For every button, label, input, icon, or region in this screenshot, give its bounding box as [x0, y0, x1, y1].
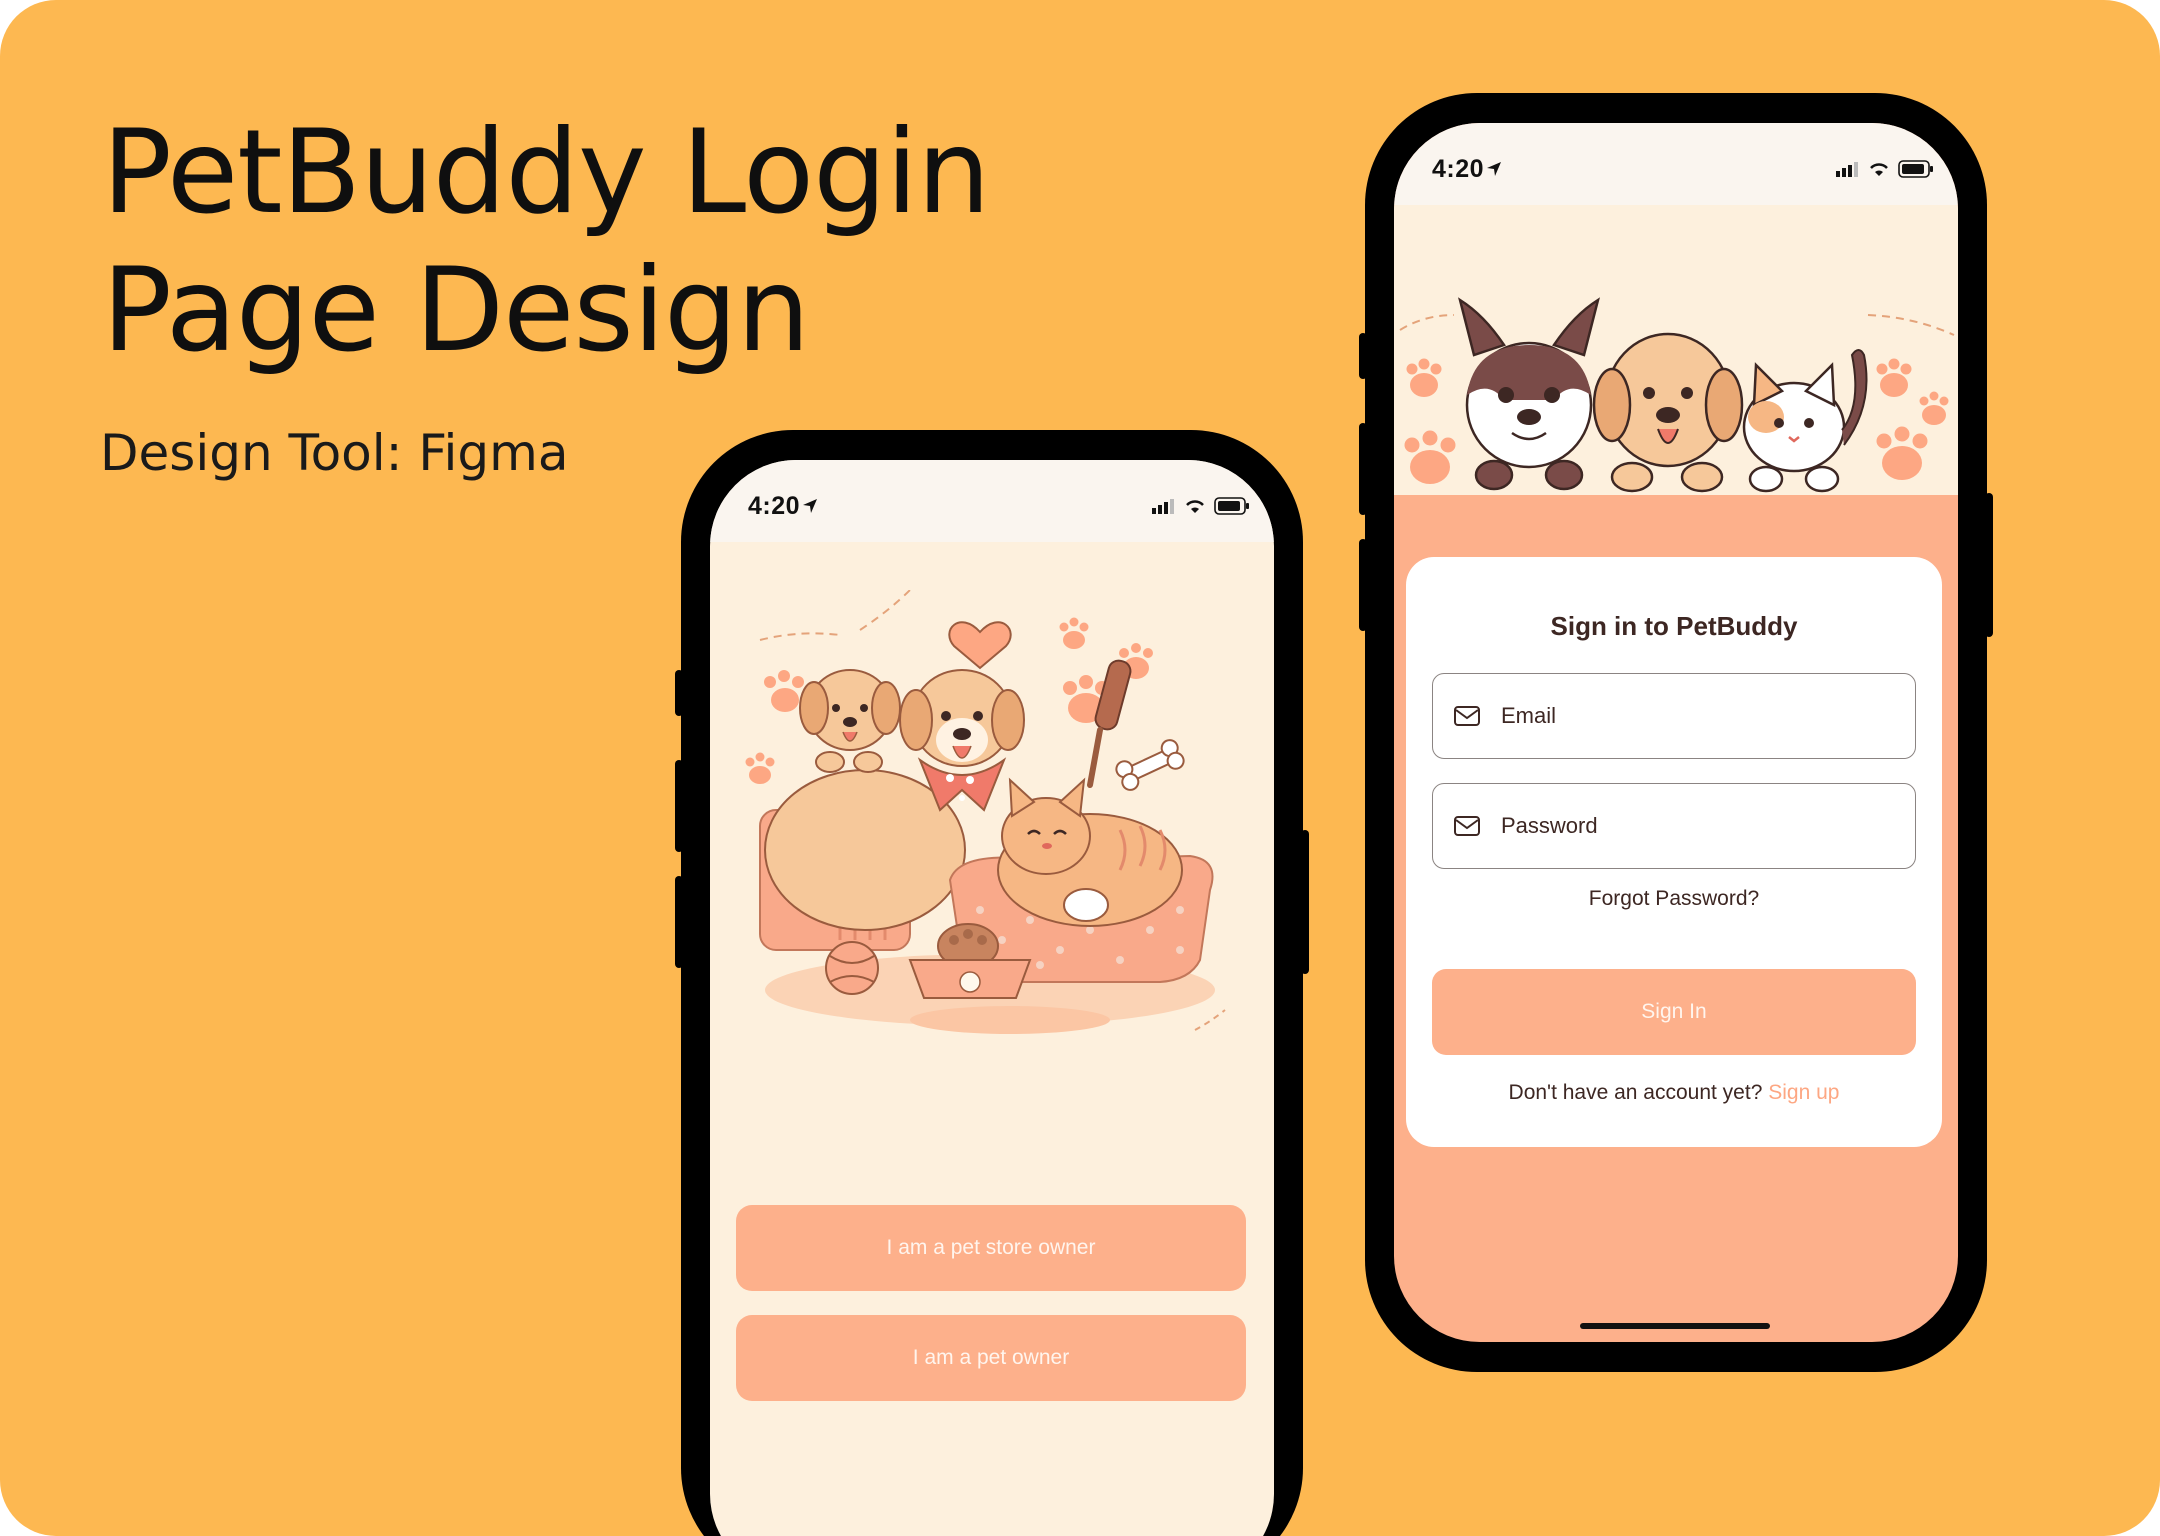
no-account-text: Don't have an account yet? — [1508, 1081, 1763, 1104]
home-indicator[interactable] — [1580, 1323, 1770, 1329]
phone-volume-up-button — [1359, 423, 1367, 515]
phone-volume-down-button — [675, 876, 683, 968]
phone-mute-button — [1359, 333, 1367, 379]
mail-icon — [1454, 816, 1480, 836]
hero-title-line-1: PetBuddy Login — [102, 105, 990, 240]
location-arrow-icon — [1487, 161, 1502, 176]
sign-in-title: Sign in to PetBuddy — [1550, 611, 1798, 641]
location-arrow-icon — [803, 498, 818, 513]
password-placeholder: Password — [1501, 813, 1598, 838]
status-time: 4:20 — [748, 492, 818, 521]
pet-owner-button[interactable]: I am a pet owner — [736, 1315, 1246, 1401]
password-field[interactable]: Password — [1432, 783, 1916, 869]
status-time-text: 4:20 — [1432, 154, 1485, 183]
email-placeholder: Email — [1501, 703, 1557, 728]
phone-power-button — [1301, 830, 1309, 974]
status-icons — [1152, 497, 1250, 515]
phone-power-button — [1985, 493, 1993, 637]
forgot-password-link[interactable]: Forgot Password? — [1406, 887, 1942, 911]
sign-in-screen: 4:20 Sign in to PetBuddy Email Password … — [1394, 123, 1958, 1342]
presentation-canvas: PetBuddy Login Page Design Design Tool: … — [0, 0, 2160, 1536]
role-select-screen: 4:20 I am a pet store owner I am a pet o… — [710, 460, 1274, 1536]
pets-illustration — [745, 590, 1226, 1034]
phone-sign-in: 4:20 Sign in to PetBuddy Email Password … — [1359, 93, 1993, 1372]
status-bar: 4:20 — [710, 460, 1274, 542]
cellular-signal-icon — [1152, 499, 1174, 514]
hero-title: PetBuddy Login Page Design — [102, 104, 990, 380]
phone-mute-button — [675, 670, 683, 716]
pets-header-illustration — [1399, 297, 1955, 493]
hero-title-line-2: Page Design — [102, 243, 810, 378]
pet-store-owner-button[interactable]: I am a pet store owner — [736, 1205, 1246, 1291]
sign-in-button[interactable]: Sign In — [1432, 969, 1916, 1055]
battery-icon — [1898, 160, 1933, 178]
phone-volume-up-button — [675, 760, 683, 852]
status-time: 4:20 — [1432, 155, 1502, 184]
sign-up-link[interactable]: Sign up — [1768, 1081, 1839, 1104]
cellular-signal-icon — [1836, 162, 1858, 177]
mail-icon — [1454, 706, 1480, 726]
phone-volume-down-button — [1359, 539, 1367, 631]
sign-in-card: Sign in to PetBuddy Email Password Forgo… — [1406, 557, 1942, 1147]
wifi-icon — [1186, 500, 1204, 513]
phone-role-select: 4:20 I am a pet store owner I am a pet o… — [675, 430, 1309, 1536]
email-field[interactable]: Email — [1432, 673, 1916, 759]
wifi-icon — [1870, 163, 1888, 176]
status-time-text: 4:20 — [748, 491, 801, 520]
battery-icon — [1214, 497, 1249, 515]
status-bar: 4:20 — [1394, 123, 1958, 205]
hero-subtitle: Design Tool: Figma — [100, 424, 569, 482]
status-icons — [1836, 160, 1934, 178]
signup-prompt: Don't have an account yet? Sign up — [1406, 1081, 1942, 1105]
